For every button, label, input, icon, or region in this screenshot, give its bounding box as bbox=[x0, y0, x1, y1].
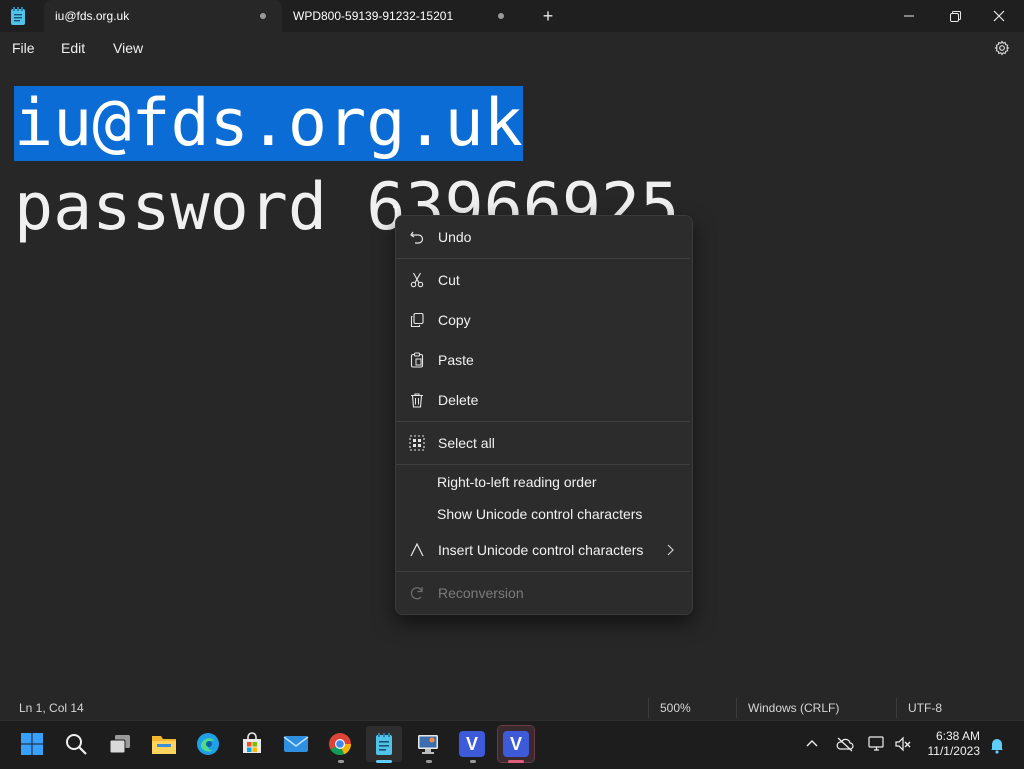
line-ending: Windows (CRLF) bbox=[748, 701, 840, 715]
remote-desktop-icon bbox=[418, 735, 438, 754]
active-indicator bbox=[508, 760, 524, 763]
menu-file[interactable]: File bbox=[12, 40, 35, 56]
notepad-app-icon bbox=[10, 6, 26, 26]
ctx-rtl-reading-order[interactable]: Right-to-left reading order bbox=[396, 464, 690, 500]
chevron-right-icon bbox=[666, 544, 674, 556]
zoom-level: 500% bbox=[660, 701, 691, 715]
clipboard-icon bbox=[409, 352, 425, 368]
restore-button[interactable] bbox=[932, 0, 978, 32]
task-view-icon bbox=[109, 735, 130, 754]
undo-icon bbox=[409, 229, 425, 245]
edge-icon bbox=[197, 733, 219, 755]
ctx-label: Select all bbox=[438, 435, 495, 451]
unsaved-dot-icon[interactable] bbox=[498, 13, 504, 19]
remote-desktop-button[interactable] bbox=[410, 726, 446, 762]
ctx-reconversion: Reconversion bbox=[396, 575, 690, 611]
settings-gear-icon[interactable] bbox=[994, 40, 1012, 58]
minimize-button[interactable] bbox=[886, 0, 932, 32]
windows-logo-icon bbox=[21, 733, 43, 755]
clock[interactable]: 6:38 AM 11/1/2023 bbox=[928, 729, 981, 759]
menu-edit[interactable]: Edit bbox=[61, 40, 85, 56]
v-app-button-2[interactable]: V bbox=[497, 725, 535, 763]
notepad-taskbar-button[interactable] bbox=[366, 726, 402, 762]
running-indicator bbox=[426, 760, 432, 763]
store-icon bbox=[243, 732, 261, 753]
close-button[interactable] bbox=[976, 0, 1022, 32]
ctx-label: Reconversion bbox=[438, 585, 524, 601]
minimize-icon bbox=[904, 15, 914, 17]
ctx-insert-unicode[interactable]: Insert Unicode control characters bbox=[396, 532, 690, 568]
file-explorer-button[interactable] bbox=[146, 726, 182, 762]
ctx-paste[interactable]: Paste bbox=[396, 342, 690, 378]
v-app-icon: V bbox=[503, 731, 529, 757]
trash-icon bbox=[409, 392, 425, 408]
menu-bar bbox=[0, 32, 1024, 66]
tab-label: WPD800-59139-91232-15201 bbox=[293, 9, 454, 23]
tab-inactive-file[interactable]: WPD800-59139-91232-15201 bbox=[282, 0, 520, 32]
status-divider bbox=[648, 698, 649, 718]
clock-date: 11/1/2023 bbox=[927, 744, 981, 758]
ctx-label: Cut bbox=[438, 272, 460, 288]
notepad-icon bbox=[376, 733, 392, 755]
chrome-button[interactable] bbox=[322, 726, 358, 762]
notification-bell-icon[interactable] bbox=[988, 736, 1006, 754]
new-tab-button[interactable]: + bbox=[536, 6, 560, 26]
ctx-select-all[interactable]: Select all bbox=[396, 425, 690, 461]
task-view-button[interactable] bbox=[102, 726, 138, 762]
onedrive-offline-icon[interactable] bbox=[836, 736, 854, 752]
volume-muted-icon[interactable] bbox=[894, 735, 912, 753]
cursor-position: Ln 1, Col 14 bbox=[19, 701, 84, 715]
active-indicator bbox=[376, 760, 392, 763]
running-indicator bbox=[338, 760, 344, 763]
store-button[interactable] bbox=[234, 726, 270, 762]
start-button[interactable] bbox=[14, 726, 50, 762]
ctx-divider bbox=[396, 571, 690, 572]
v-app-icon: V bbox=[459, 731, 485, 757]
status-divider bbox=[896, 698, 897, 718]
encoding: UTF-8 bbox=[908, 701, 942, 715]
ctx-cut[interactable]: Cut bbox=[396, 262, 690, 298]
network-icon[interactable] bbox=[868, 735, 886, 753]
scissors-icon bbox=[409, 272, 425, 288]
copy-icon bbox=[409, 312, 425, 328]
ctx-divider bbox=[396, 421, 690, 422]
unsaved-dot-icon[interactable] bbox=[260, 13, 266, 19]
ctx-copy[interactable]: Copy bbox=[396, 302, 690, 338]
tab-active-file[interactable]: iu@fds.org.uk bbox=[44, 0, 282, 32]
v-app-button-1[interactable]: V bbox=[454, 726, 490, 762]
tab-label: iu@fds.org.uk bbox=[55, 9, 130, 23]
ctx-label: Show Unicode control characters bbox=[437, 506, 643, 522]
mail-icon bbox=[283, 736, 309, 752]
running-indicator bbox=[470, 760, 476, 763]
edge-button[interactable] bbox=[190, 726, 226, 762]
menu-view[interactable]: View bbox=[113, 40, 143, 56]
ctx-show-unicode[interactable]: Show Unicode control characters bbox=[396, 496, 690, 532]
ctx-label: Paste bbox=[438, 352, 474, 368]
ctx-label: Right-to-left reading order bbox=[437, 474, 597, 490]
ctx-label: Copy bbox=[438, 312, 471, 328]
ctx-label: Undo bbox=[438, 229, 472, 245]
ctx-delete[interactable]: Delete bbox=[396, 382, 690, 418]
search-icon bbox=[66, 734, 87, 755]
editor-line-1[interactable]: iu@fds.org.uk bbox=[14, 82, 523, 166]
ctx-undo[interactable]: Undo bbox=[396, 219, 690, 255]
unicode-icon bbox=[409, 542, 425, 558]
folder-icon bbox=[152, 736, 176, 754]
chrome-icon bbox=[329, 733, 352, 756]
restore-icon bbox=[949, 10, 961, 22]
close-icon bbox=[993, 10, 1005, 22]
show-hidden-icons-chevron-up-icon[interactable] bbox=[804, 736, 820, 752]
search-button[interactable] bbox=[58, 726, 94, 762]
mail-button[interactable] bbox=[278, 726, 314, 762]
select-all-icon bbox=[409, 435, 425, 451]
selected-text[interactable]: iu@fds.org.uk bbox=[14, 86, 523, 161]
ctx-label: Insert Unicode control characters bbox=[438, 542, 644, 558]
ctx-label: Delete bbox=[438, 392, 479, 408]
status-bar bbox=[0, 696, 1024, 720]
reconversion-icon bbox=[409, 585, 425, 601]
ctx-divider bbox=[396, 258, 690, 259]
clock-time: 6:38 AM bbox=[935, 729, 980, 743]
status-divider bbox=[736, 698, 737, 718]
